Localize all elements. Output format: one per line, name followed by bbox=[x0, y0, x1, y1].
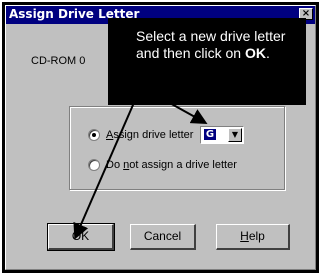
drive-letter-value: G bbox=[204, 129, 216, 140]
device-label: CD-ROM 0 bbox=[31, 55, 86, 67]
assign-option-label: Assign drive letter bbox=[106, 129, 194, 141]
callout-text: Select a new drive letter and then click… bbox=[136, 28, 286, 61]
chevron-down-icon[interactable]: ▼ bbox=[228, 128, 242, 142]
help-button[interactable]: Help bbox=[216, 224, 290, 250]
instruction-callout: Select a new drive letter and then click… bbox=[108, 18, 306, 105]
cancel-button[interactable]: Cancel bbox=[130, 224, 196, 250]
assign-option-row[interactable]: Assign drive letter bbox=[88, 129, 193, 141]
no-letter-option-row[interactable]: Do not assign a drive letter bbox=[88, 159, 237, 171]
drive-letter-options-group: Assign drive letter G ▼ Do not assign a … bbox=[69, 106, 285, 190]
drive-letter-select[interactable]: G ▼ bbox=[200, 126, 244, 144]
no-letter-option-label: Do not assign a drive letter bbox=[106, 159, 237, 171]
no-letter-radio[interactable] bbox=[88, 159, 100, 171]
assign-radio[interactable] bbox=[88, 129, 100, 141]
ok-button[interactable]: OK bbox=[47, 223, 115, 251]
